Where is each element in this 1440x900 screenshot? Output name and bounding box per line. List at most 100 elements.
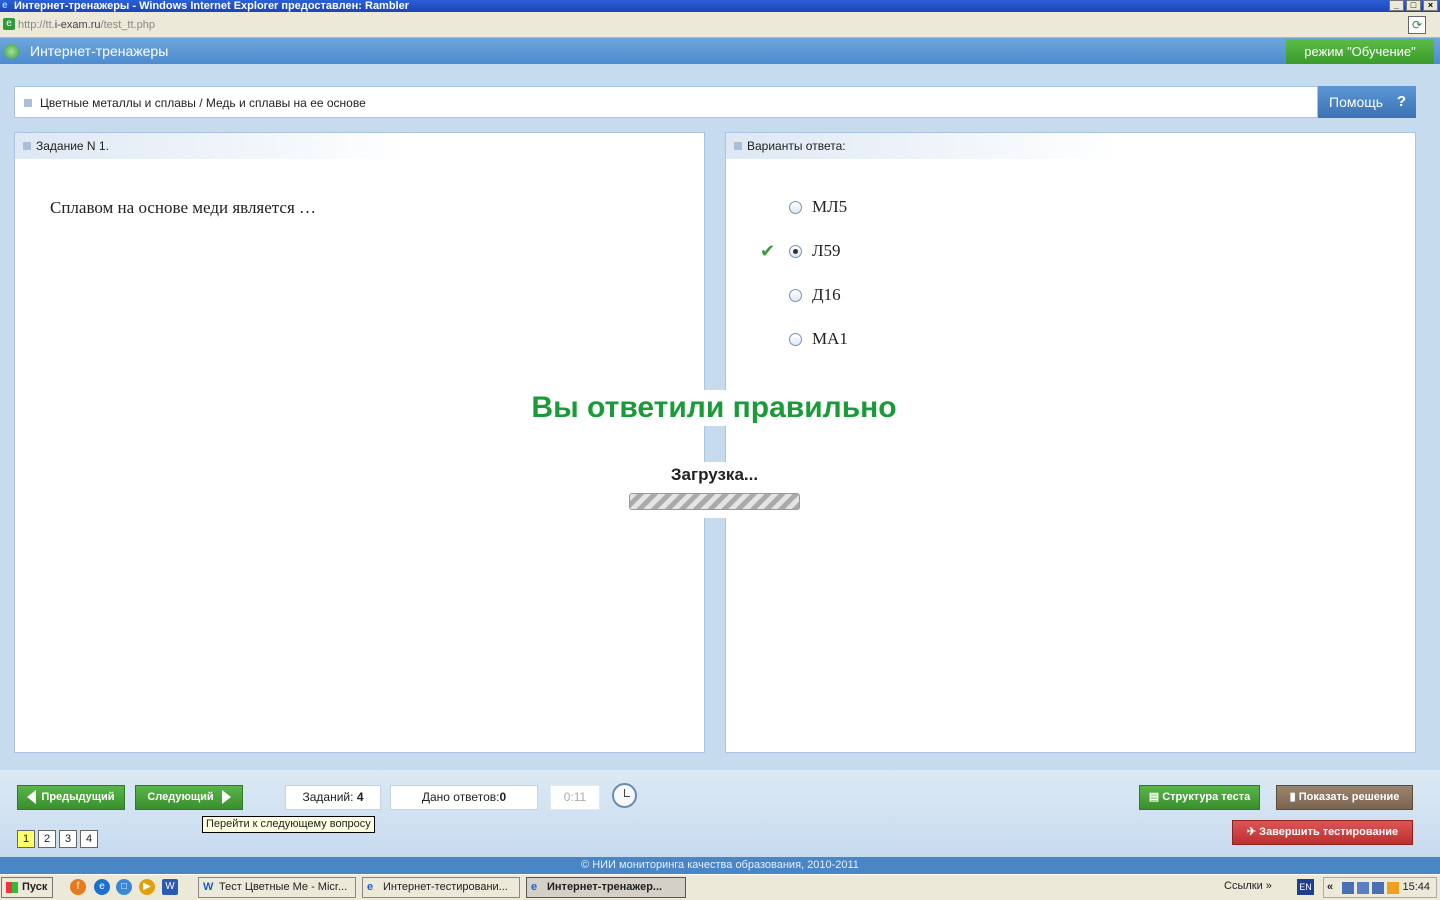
radio-button[interactable] — [789, 333, 802, 346]
answer-option[interactable]: ✔ Л59 — [726, 240, 1026, 264]
tasks-label: Заданий: — [302, 790, 354, 804]
start-button[interactable]: Пуск — [1, 877, 53, 898]
media-player-icon[interactable]: ▶ — [139, 879, 155, 895]
loading-text: Загрузка... — [670, 465, 759, 484]
page-navigator: 1 2 3 4 — [17, 830, 98, 848]
loading-indicator: Загрузка... — [612, 462, 817, 518]
taskbar: Пуск f e □ ▶ W W Тест Цветные Ме - Micr.… — [0, 874, 1440, 900]
ie-icon: e — [2, 0, 8, 11]
radio-button[interactable] — [789, 201, 802, 214]
network-icon[interactable] — [1357, 882, 1369, 894]
links-label: Ссылки — [1224, 880, 1263, 892]
network-icon[interactable] — [1372, 882, 1384, 894]
taskbar-item-label: Интернет-тренажер... — [547, 881, 663, 893]
taskbar-item[interactable]: e Интернет-тестировани... — [362, 877, 520, 898]
bullet-icon — [23, 142, 31, 150]
answer-option[interactable]: МЛ5 — [726, 196, 1026, 220]
test-structure-button[interactable]: ▤ Структура теста — [1139, 785, 1260, 810]
finish-test-label: Завершить тестирование — [1259, 826, 1399, 838]
close-window-button[interactable]: × — [1423, 0, 1438, 11]
address-bar: e http://tt.i-exam.ru/test_tt.php ⟳ — [0, 12, 1440, 38]
runner-icon: ✈ — [1246, 826, 1260, 838]
language-indicator[interactable]: EN — [1297, 879, 1314, 895]
answers-label: Дано ответов: — [421, 790, 500, 804]
maximize-button[interactable]: □ — [1406, 0, 1421, 11]
radio-button-selected[interactable] — [789, 245, 802, 258]
warning-icon[interactable] — [1387, 882, 1399, 894]
help-question-icon: ? — [1396, 93, 1406, 110]
checkmark-icon: ✔ — [760, 241, 776, 261]
address-url[interactable]: http://tt.i-exam.ru/test_tt.php — [18, 19, 155, 31]
footer-toolbar — [0, 770, 1440, 857]
page-button[interactable]: 3 — [59, 830, 77, 848]
task-panel: Задание N 1. Сплавом на основе меди явля… — [14, 132, 705, 753]
book-icon: ▮ — [1289, 791, 1299, 803]
tasks-count-box: Заданий: 4 — [285, 785, 381, 810]
copyright: © НИИ мониторинга качества образования, … — [0, 857, 1440, 874]
help-button[interactable]: Помощь ? — [1318, 86, 1416, 118]
url-path: /test_tt.php — [100, 19, 155, 31]
test-structure-label: Структура теста — [1162, 791, 1251, 803]
window-titlebar: e Интернет-тренажеры - Windows Internet … — [0, 0, 1440, 12]
start-label: Пуск — [22, 881, 48, 893]
breadcrumb: Цветные металлы и сплавы / Медь и сплавы… — [14, 86, 1318, 118]
previous-button[interactable]: Предыдущий — [17, 785, 125, 810]
question-text: Сплавом на основе меди является … — [50, 198, 317, 217]
url-host: i-exam.ru — [54, 19, 101, 31]
radio-button[interactable] — [789, 289, 802, 302]
app-logo-icon — [4, 44, 19, 59]
clock: 15:44 — [1402, 881, 1430, 893]
chevron-left-icon[interactable]: « — [1327, 881, 1333, 893]
word-icon[interactable]: W — [162, 879, 178, 895]
show-solution-button[interactable]: ▮ Показать решение — [1276, 785, 1413, 810]
next-tooltip: Перейти к следующему вопросу — [202, 816, 375, 833]
url-prefix: http://tt. — [18, 19, 55, 31]
refresh-icon[interactable]: ⟳ — [1408, 16, 1426, 34]
word-icon: W — [203, 881, 214, 893]
answer-label: Л59 — [812, 241, 841, 260]
answers-count-box: Дано ответов:0 — [390, 785, 538, 810]
answers-header: Варианты ответа: — [747, 139, 846, 153]
network-icon[interactable] — [1342, 882, 1354, 894]
clock-icon — [612, 783, 637, 808]
desktop-icon[interactable]: □ — [116, 879, 132, 895]
bullet-icon — [734, 142, 742, 150]
page-icon: e — [3, 18, 15, 30]
next-button[interactable]: Следующий — [135, 785, 243, 810]
loading-progress-bar — [629, 493, 800, 510]
list-icon: ▤ — [1148, 791, 1163, 803]
bullet-icon — [24, 99, 32, 107]
answers-count: 0 — [499, 790, 507, 804]
window-title: Интернет-тренажеры - Windows Internet Ex… — [14, 0, 410, 12]
breadcrumb-text: Цветные металлы и сплавы / Медь и сплавы… — [40, 96, 366, 110]
ie-icon: e — [531, 881, 538, 893]
ie-icon[interactable]: e — [94, 879, 110, 895]
page-button-current[interactable]: 1 — [17, 830, 35, 848]
arrow-left-icon — [27, 790, 37, 805]
show-solution-label: Показать решение — [1298, 791, 1400, 803]
answers-panel-header: Варианты ответа: — [726, 133, 1121, 159]
help-label: Помощь — [1329, 94, 1384, 110]
system-tray: « 15:44 — [1323, 877, 1437, 898]
page-button[interactable]: 4 — [80, 830, 98, 848]
app-title: Интернет-тренажеры — [30, 43, 169, 59]
window-controls: _ □ × — [1389, 0, 1438, 11]
next-label: Следующий — [147, 791, 214, 803]
taskbar-item-active[interactable]: e Интернет-тренажер... — [526, 877, 686, 898]
firefox-icon[interactable]: f — [70, 879, 86, 895]
result-message: Вы ответили правильно — [514, 390, 914, 426]
ie-icon: e — [367, 881, 374, 893]
taskbar-item[interactable]: W Тест Цветные Ме - Micr... — [198, 877, 356, 898]
mode-badge: режим "Обучение" — [1286, 39, 1434, 64]
timer: 0:11 — [550, 785, 600, 810]
taskbar-item-label: Интернет-тестировани... — [383, 881, 508, 893]
minimize-button[interactable]: _ — [1389, 0, 1404, 11]
taskbar-item-label: Тест Цветные Ме - Micr... — [219, 881, 348, 893]
answer-label: Д16 — [812, 285, 841, 304]
answer-option[interactable]: МА1 — [726, 328, 1026, 352]
finish-test-button[interactable]: ✈ Завершить тестирование — [1232, 820, 1413, 845]
links-toolbar[interactable]: Ссылки » — [1224, 880, 1272, 892]
answer-label: МА1 — [812, 329, 848, 348]
page-button[interactable]: 2 — [38, 830, 56, 848]
answer-option[interactable]: Д16 — [726, 284, 1026, 308]
